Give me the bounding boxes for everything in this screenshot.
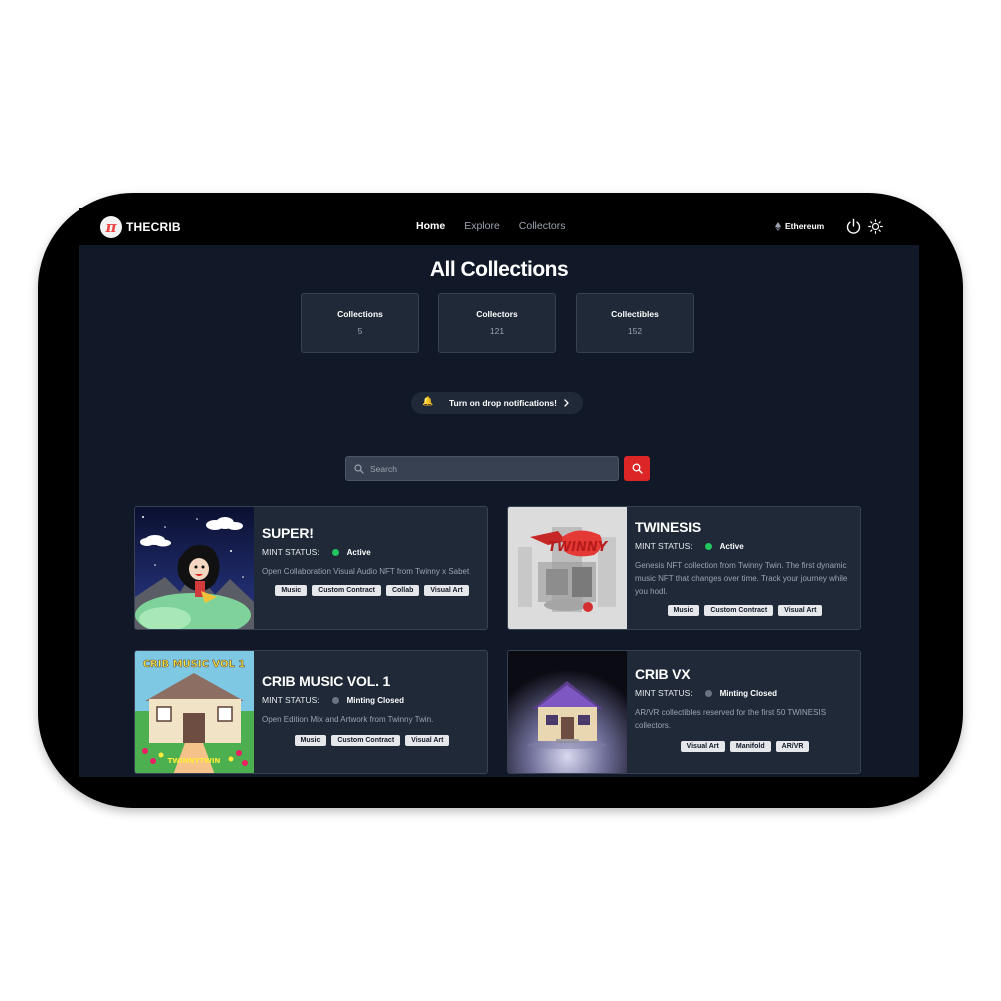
logo-text: THECRIB	[126, 220, 181, 234]
sun-icon[interactable]	[868, 219, 883, 234]
collection-card-super[interactable]: SUPER! MINT STATUS: Active Open Collabor…	[134, 506, 488, 630]
collection-thumbnail: TWINNY	[508, 507, 627, 629]
mint-status-value: Minting Closed	[719, 688, 777, 698]
tag[interactable]: Custom Contract	[704, 605, 774, 616]
nav-explore[interactable]: Explore	[464, 220, 500, 232]
logo-pi-icon: π	[100, 216, 122, 238]
stat-collectors: Collectors 121	[438, 293, 556, 353]
card-description: Open Edition Mix and Artwork from Twinny…	[262, 715, 434, 724]
main-nav: Home Explore Collectors	[416, 220, 565, 232]
page-title: All Collections	[429, 258, 569, 281]
drop-notifications-button[interactable]: 🔔 Turn on drop notifications!	[411, 392, 583, 414]
card-body: CRIB VX MINT STATUS: Minting Closed AR/V…	[635, 651, 855, 773]
status-dot-closed	[704, 689, 712, 697]
stat-label: Collectibles	[611, 309, 659, 319]
mint-status: MINT STATUS: Minting Closed	[635, 688, 855, 698]
tag-list: Music Custom Contract Visual Art	[262, 735, 482, 746]
collection-card-twinesis[interactable]: TWINNY TWINESIS MINT STATUS: Active Gene…	[507, 506, 861, 630]
search-box	[345, 456, 619, 481]
album-art-text: CRIB MUSIC VOL 1	[143, 659, 246, 670]
card-body: CRIB MUSIC VOL. 1 MINT STATUS: Minting C…	[262, 651, 482, 773]
mint-status-value: Active	[346, 547, 371, 557]
collection-thumbnail: CRIB MUSIC VOL 1 TWINNYTWIN	[135, 651, 254, 773]
album-art-subtext: TWINNYTWIN	[168, 757, 221, 765]
stat-collections: Collections 5	[301, 293, 419, 353]
nav-home[interactable]: Home	[416, 220, 445, 232]
collection-thumbnail	[135, 507, 254, 629]
tag[interactable]: Music	[294, 735, 327, 746]
logo[interactable]: π THECRIB	[100, 216, 181, 238]
mint-status-label: MINT STATUS:	[262, 695, 320, 705]
network-selector[interactable]: Ethereum	[775, 221, 824, 231]
tag[interactable]: Visual Art	[680, 741, 725, 752]
tag[interactable]: Visual Art	[405, 735, 450, 746]
tag-list: Visual Art Manifold AR/VR	[635, 741, 855, 752]
card-description: AR/VR collectibles reserved for the firs…	[635, 708, 827, 730]
status-dot-active	[331, 548, 339, 556]
stat-value: 121	[489, 326, 505, 336]
collection-card-crib-vx[interactable]: CRIB VX MINT STATUS: Minting Closed AR/V…	[507, 650, 861, 774]
mint-status-label: MINT STATUS:	[635, 688, 693, 698]
chevron-right-icon	[564, 399, 569, 407]
card-title: CRIB VX	[635, 666, 691, 682]
ethereum-icon	[775, 221, 781, 231]
mint-status-label: MINT STATUS:	[262, 547, 320, 557]
card-body: TWINESIS MINT STATUS: Active Genesis NFT…	[635, 507, 855, 629]
search-input[interactable]	[370, 461, 610, 477]
tag[interactable]: AR/VR	[775, 741, 810, 752]
notify-label: Turn on drop notifications!	[449, 398, 557, 408]
svg-text:TWINNY: TWINNY	[548, 540, 609, 555]
collection-card-crib-music-vol-1[interactable]: CRIB MUSIC VOL 1 TWINNYTWIN CRIB MUSIC V…	[134, 650, 488, 774]
network-label: Ethereum	[785, 221, 825, 231]
stat-collectibles: Collectibles 152	[576, 293, 694, 353]
mint-status-label: MINT STATUS:	[635, 541, 693, 551]
stat-label: Collections	[337, 309, 383, 319]
search-icon	[354, 464, 364, 474]
tag[interactable]: Manifold	[729, 741, 771, 752]
tag[interactable]: Custom Contract	[312, 585, 381, 596]
app-screen: π THECRIB Home Explore Collectors Ethere…	[79, 208, 919, 777]
card-description: Genesis NFT collection from Twinny Twin.…	[635, 561, 848, 596]
mint-status-value: Active	[719, 541, 744, 551]
search-button[interactable]	[624, 456, 650, 481]
card-title: CRIB MUSIC VOL. 1	[262, 673, 391, 689]
tag[interactable]: Custom Contract	[331, 735, 401, 746]
power-icon[interactable]	[845, 218, 862, 235]
tag[interactable]: Visual Art	[778, 605, 823, 616]
card-body: SUPER! MINT STATUS: Active Open Collabor…	[262, 507, 482, 629]
status-dot-closed	[331, 696, 339, 704]
search-icon	[632, 463, 643, 474]
collection-thumbnail	[508, 651, 627, 773]
card-description: Open Collaboration Visual Audio NFT from…	[262, 567, 470, 576]
stat-value: 152	[627, 326, 643, 336]
mint-status: MINT STATUS: Active	[635, 541, 855, 551]
nav-collectors[interactable]: Collectors	[519, 220, 566, 232]
card-title: SUPER!	[262, 525, 314, 541]
tag[interactable]: Music	[667, 605, 700, 616]
tag[interactable]: Collab	[385, 585, 420, 596]
top-navbar: π THECRIB Home Explore Collectors Ethere…	[79, 208, 919, 245]
card-title: TWINESIS	[635, 519, 702, 535]
mint-status: MINT STATUS: Minting Closed	[262, 695, 482, 705]
tag-list: Music Custom Contract Visual Art	[635, 605, 855, 616]
stat-label: Collectors	[476, 309, 518, 319]
mint-status: MINT STATUS: Active	[262, 547, 482, 557]
status-dot-active	[704, 542, 712, 550]
bell-icon: 🔔	[422, 396, 434, 406]
tag-list: Music Custom Contract Collab Visual Art	[262, 585, 482, 596]
tag[interactable]: Music	[275, 585, 308, 596]
stat-value: 5	[357, 326, 363, 336]
tag[interactable]: Visual Art	[424, 585, 469, 596]
mint-status-value: Minting Closed	[346, 695, 404, 705]
